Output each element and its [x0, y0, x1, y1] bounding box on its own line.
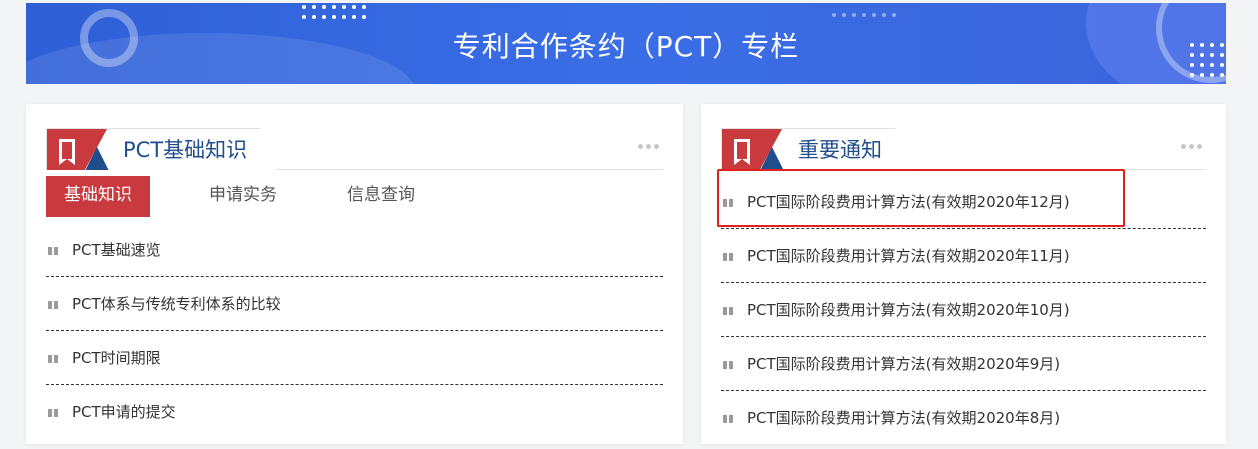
triangle-decoration: [760, 147, 784, 171]
sub-tabs: 基础知识 申请实务 信息查询: [46, 176, 426, 217]
panel-title: 重要通知: [798, 138, 882, 162]
notices-list: PCT国际阶段费用计算方法(有效期2020年12月) PCT国际阶段费用计算方法…: [717, 169, 1206, 445]
panel-title-tab: 重要通知: [721, 128, 913, 170]
book-icon: [723, 307, 733, 315]
book-icon: [723, 253, 733, 261]
book-icon: [48, 355, 58, 363]
list-item[interactable]: PCT国际阶段费用计算方法(有效期2020年9月): [721, 337, 1206, 391]
pct-basics-panel: PCT基础知识 基础知识 申请实务 信息查询 PCT基础速览 PCT体系与传统专…: [26, 104, 683, 444]
list-item[interactable]: PCT申请的提交: [46, 385, 663, 439]
list-item[interactable]: PCT基础速览: [46, 223, 663, 277]
triangle-decoration: [85, 147, 109, 171]
list-item[interactable]: PCT国际阶段费用计算方法(有效期2020年8月): [721, 391, 1206, 445]
banner: 专利合作条约（PCT）专栏: [26, 3, 1226, 84]
book-icon: [723, 199, 733, 207]
book-icon: [48, 409, 58, 417]
bookmark-icon: [59, 139, 75, 159]
important-notices-panel: 重要通知 PCT国际阶段费用计算方法(有效期2020年12月) PCT国际阶段费…: [701, 104, 1226, 444]
list-item[interactable]: PCT体系与传统专利体系的比较: [46, 277, 663, 331]
list-item[interactable]: PCT时间期限: [46, 331, 663, 385]
panel-title-tab: PCT基础知识: [46, 128, 278, 170]
tab-application-practice[interactable]: 申请实务: [198, 176, 288, 214]
list-item-label[interactable]: PCT国际阶段费用计算方法(有效期2020年9月): [747, 355, 1060, 373]
book-icon: [723, 361, 733, 369]
list-item-label[interactable]: PCT国际阶段费用计算方法(有效期2020年10月): [747, 301, 1070, 319]
banner-dots-decoration: [302, 5, 366, 19]
more-dots-icon[interactable]: [1181, 144, 1202, 149]
list-item-label[interactable]: PCT基础速览: [72, 241, 161, 259]
list-item-label[interactable]: PCT体系与传统专利体系的比较: [72, 295, 281, 313]
page-title: 专利合作条约（PCT）专栏: [452, 30, 800, 63]
list-item-label[interactable]: PCT国际阶段费用计算方法(有效期2020年11月): [747, 247, 1070, 265]
list-item-label[interactable]: PCT国际阶段费用计算方法(有效期2020年12月): [747, 193, 1070, 211]
list-item[interactable]: PCT国际阶段费用计算方法(有效期2020年10月): [721, 283, 1206, 337]
basics-list: PCT基础速览 PCT体系与传统专利体系的比较 PCT时间期限 PCT申请的提交: [46, 223, 663, 439]
more-dots-icon[interactable]: [638, 144, 659, 149]
tab-info-query[interactable]: 信息查询: [336, 176, 426, 214]
list-item-label[interactable]: PCT国际阶段费用计算方法(有效期2020年8月): [747, 409, 1060, 427]
panel-header: PCT基础知识: [46, 128, 663, 170]
panel-header: 重要通知: [721, 128, 1206, 170]
tab-basics[interactable]: 基础知识: [46, 176, 150, 217]
book-icon: [723, 415, 733, 423]
bookmark-icon: [734, 139, 750, 159]
list-item[interactable]: PCT国际阶段费用计算方法(有效期2020年11月): [721, 229, 1206, 283]
list-item-label[interactable]: PCT申请的提交: [72, 403, 176, 421]
banner-dots-decoration: [832, 13, 896, 17]
panel-title: PCT基础知识: [123, 138, 248, 162]
book-icon: [48, 247, 58, 255]
list-item[interactable]: PCT国际阶段费用计算方法(有效期2020年12月): [717, 169, 1206, 229]
list-item-label[interactable]: PCT时间期限: [72, 349, 161, 367]
book-icon: [48, 301, 58, 309]
